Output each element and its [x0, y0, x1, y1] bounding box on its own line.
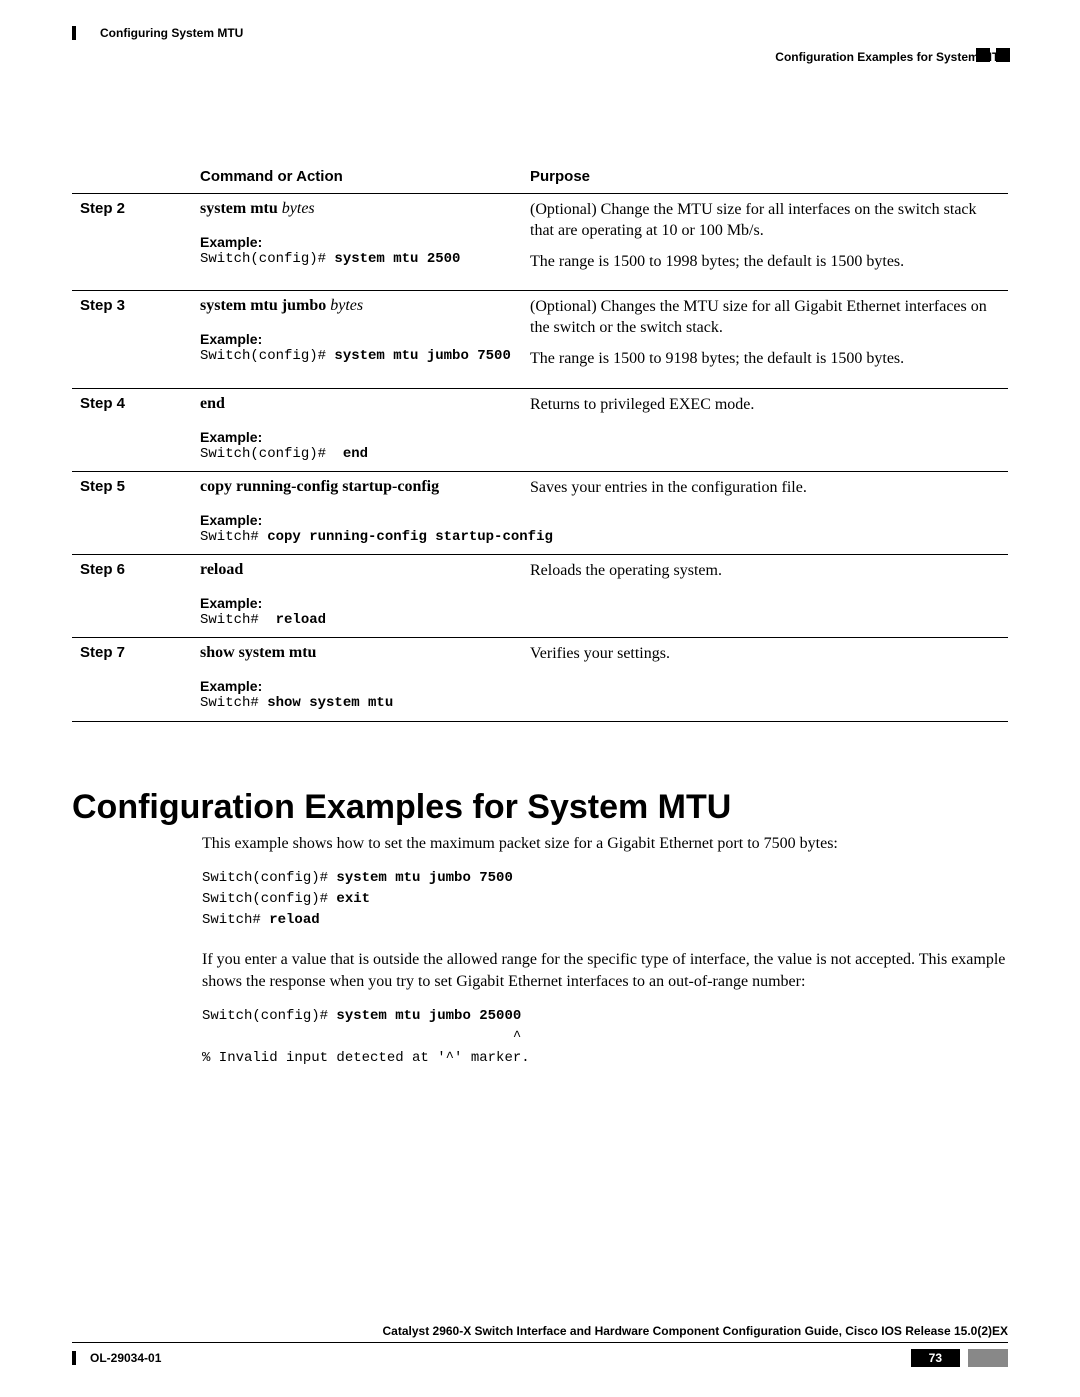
header-chapter: Configuring System MTU [72, 26, 1008, 40]
footer-page-number: 73 [911, 1349, 960, 1367]
purpose-text: Reloads the operating system. [530, 561, 1000, 582]
table-row: Step 6 reload Example:Switch# reload Reload… [72, 555, 1008, 638]
code-block-2: Switch(config)# system mtu jumbo 25000 ^… [202, 1006, 1008, 1069]
code-text: Switch(config)# [202, 870, 336, 886]
page-header: Configuring System MTU Configuration Exa… [72, 26, 1008, 64]
example-code: Switch# reload [200, 611, 514, 629]
example-label: Example: [200, 512, 514, 528]
col-head-step [72, 162, 192, 194]
example-label: Example: [200, 234, 514, 250]
header-section-text: Configuration Examples for System MTU [72, 50, 1008, 64]
purpose-text: The range is 1500 to 9198 bytes; the def… [530, 349, 1000, 370]
table-row: Step 4 end Example:Switch(config)# end Retu… [72, 388, 1008, 471]
col-head-purpose: Purpose [522, 162, 1008, 194]
header-rule-icon [72, 26, 76, 40]
footer-rule-icon [72, 1351, 76, 1365]
table-row: Step 7 show system mtu Example:Switch# sho… [72, 638, 1008, 721]
step-label: Step 6 [80, 561, 125, 578]
example-code: Switch# show system mtu [200, 694, 514, 712]
code-text: Switch(config)# [202, 1008, 336, 1024]
example-label: Example: [200, 429, 514, 445]
section-heading: Configuration Examples for System MTU [72, 788, 1008, 827]
col-head-command: Command or Action [192, 162, 522, 194]
body-paragraph-1: This example shows how to set the maximu… [202, 833, 1008, 855]
footer-page-area: 73 [911, 1349, 1008, 1367]
example-label: Example: [200, 595, 514, 611]
code-text: system mtu jumbo 25000 [336, 1008, 521, 1024]
table-row: Step 2 system mtu bytes Example:Switch(con… [72, 194, 1008, 291]
footer-title: Catalyst 2960-X Switch Interface and Har… [72, 1324, 1008, 1343]
code-text: % Invalid input detected at '^' marker. [202, 1050, 530, 1066]
code-text: ^ [202, 1029, 521, 1045]
table-header-row: Command or Action Purpose [72, 162, 1008, 194]
step-label: Step 3 [80, 297, 125, 314]
table-row: Step 5 copy running-config startup-config… [72, 471, 1008, 554]
purpose-text: Verifies your settings. [530, 644, 1000, 665]
example-label: Example: [200, 678, 514, 694]
footer-doc-id: OL-29034-01 [72, 1351, 161, 1365]
code-text: system mtu jumbo 7500 [336, 870, 512, 886]
purpose-text: (Optional) Changes the MTU size for all … [530, 297, 1000, 339]
page-footer: Catalyst 2960-X Switch Interface and Har… [72, 1324, 1008, 1367]
command-line: show system mtu [200, 644, 514, 662]
example-label: Example: [200, 331, 514, 347]
header-chapter-text: Configuring System MTU [100, 26, 243, 40]
example-code: Switch(config)# end [200, 445, 514, 463]
command-line: system mtu bytes [200, 200, 514, 218]
command-line: system mtu jumbo bytes [200, 297, 514, 315]
procedure-table: Command or Action Purpose Step 2 system m… [72, 162, 1008, 722]
command-line: copy running-config startup-config [200, 478, 514, 496]
purpose-text: The range is 1500 to 1998 bytes; the def… [530, 252, 1000, 273]
step-label: Step 4 [80, 395, 125, 412]
command-line: end [200, 395, 514, 413]
footer-doc-text: OL-29034-01 [90, 1351, 161, 1365]
code-block-1: Switch(config)# system mtu jumbo 7500 Sw… [202, 868, 1008, 931]
table-row: Step 3 system mtu jumbo bytes Example:Swit… [72, 291, 1008, 388]
purpose-text: Returns to privileged EXEC mode. [530, 395, 1000, 416]
example-code: Switch# copy running-config startup-conf… [200, 528, 514, 546]
header-marker-icon [976, 48, 1010, 62]
step-label: Step 2 [80, 200, 125, 217]
code-text: exit [336, 891, 370, 907]
example-code: Switch(config)# system mtu jumbo 7500 [200, 347, 514, 365]
body-paragraph-2: If you enter a value that is outside the… [202, 949, 1008, 992]
code-text: Switch(config)# [202, 891, 336, 907]
code-text: reload [269, 912, 319, 928]
step-label: Step 5 [80, 478, 125, 495]
code-text: Switch# [202, 912, 269, 928]
footer-grey-box-icon [968, 1349, 1008, 1367]
purpose-text: Saves your entries in the configuration … [530, 478, 1000, 499]
purpose-text: (Optional) Change the MTU size for all i… [530, 200, 1000, 242]
example-code: Switch(config)# system mtu 2500 [200, 250, 514, 268]
command-line: reload [200, 561, 514, 579]
step-label: Step 7 [80, 644, 125, 661]
